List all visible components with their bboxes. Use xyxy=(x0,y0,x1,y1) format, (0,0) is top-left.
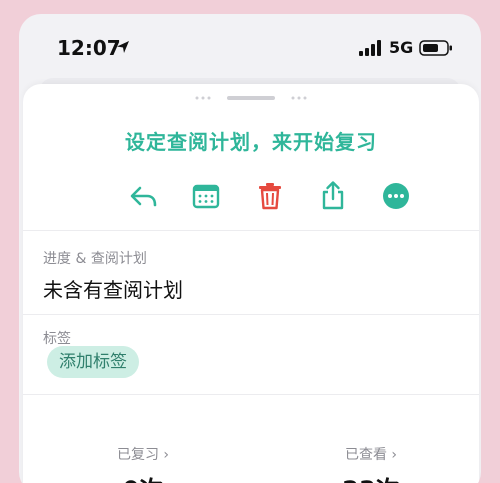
delete-button[interactable] xyxy=(252,178,288,214)
cellular-signal-icon xyxy=(359,40,381,56)
action-sheet: 设定查阅计划，来开始复习 进度 & 查阅计划 未含有查阅计划 标签 已复习 › … xyxy=(23,84,479,483)
viewed-count: 23次 xyxy=(301,470,441,483)
divider xyxy=(23,394,479,395)
calendar-icon xyxy=(192,184,220,209)
location-arrow-icon xyxy=(117,41,129,53)
more-button[interactable] xyxy=(378,178,414,214)
trash-icon xyxy=(259,183,281,210)
add-tag-button[interactable]: 添加标签 xyxy=(47,346,139,378)
sheet-title[interactable]: 设定查阅计划，来开始复习 xyxy=(23,126,479,155)
progress-value[interactable]: 未含有查阅计划 xyxy=(43,274,183,303)
share-icon xyxy=(322,181,344,210)
reviewed-count-label[interactable]: 已复习 › xyxy=(73,444,213,464)
status-time: 12:07 xyxy=(57,36,121,60)
reply-button[interactable] xyxy=(125,178,161,214)
battery-icon xyxy=(419,40,452,56)
tags-label: 标签 xyxy=(43,331,71,347)
drag-handle-icon[interactable] xyxy=(191,92,311,104)
divider xyxy=(23,314,479,315)
reply-icon xyxy=(130,186,157,207)
toolbar xyxy=(23,178,479,214)
calendar-button[interactable] xyxy=(188,178,224,214)
share-button[interactable] xyxy=(315,178,351,214)
reviewed-count: 0次 xyxy=(73,470,213,483)
viewed-count-label[interactable]: 已查看 › xyxy=(301,444,441,464)
progress-label: 进度 & 查阅计划 xyxy=(43,251,147,267)
more-icon xyxy=(383,183,409,209)
network-type: 5G xyxy=(389,38,414,57)
divider xyxy=(23,230,479,231)
status-bar: 12:07 5G xyxy=(19,14,481,78)
phone-screen: 12:07 5G 设定查阅计划，来开始复习 进度 & 查阅计划 未含有查阅计划 … xyxy=(19,14,481,483)
